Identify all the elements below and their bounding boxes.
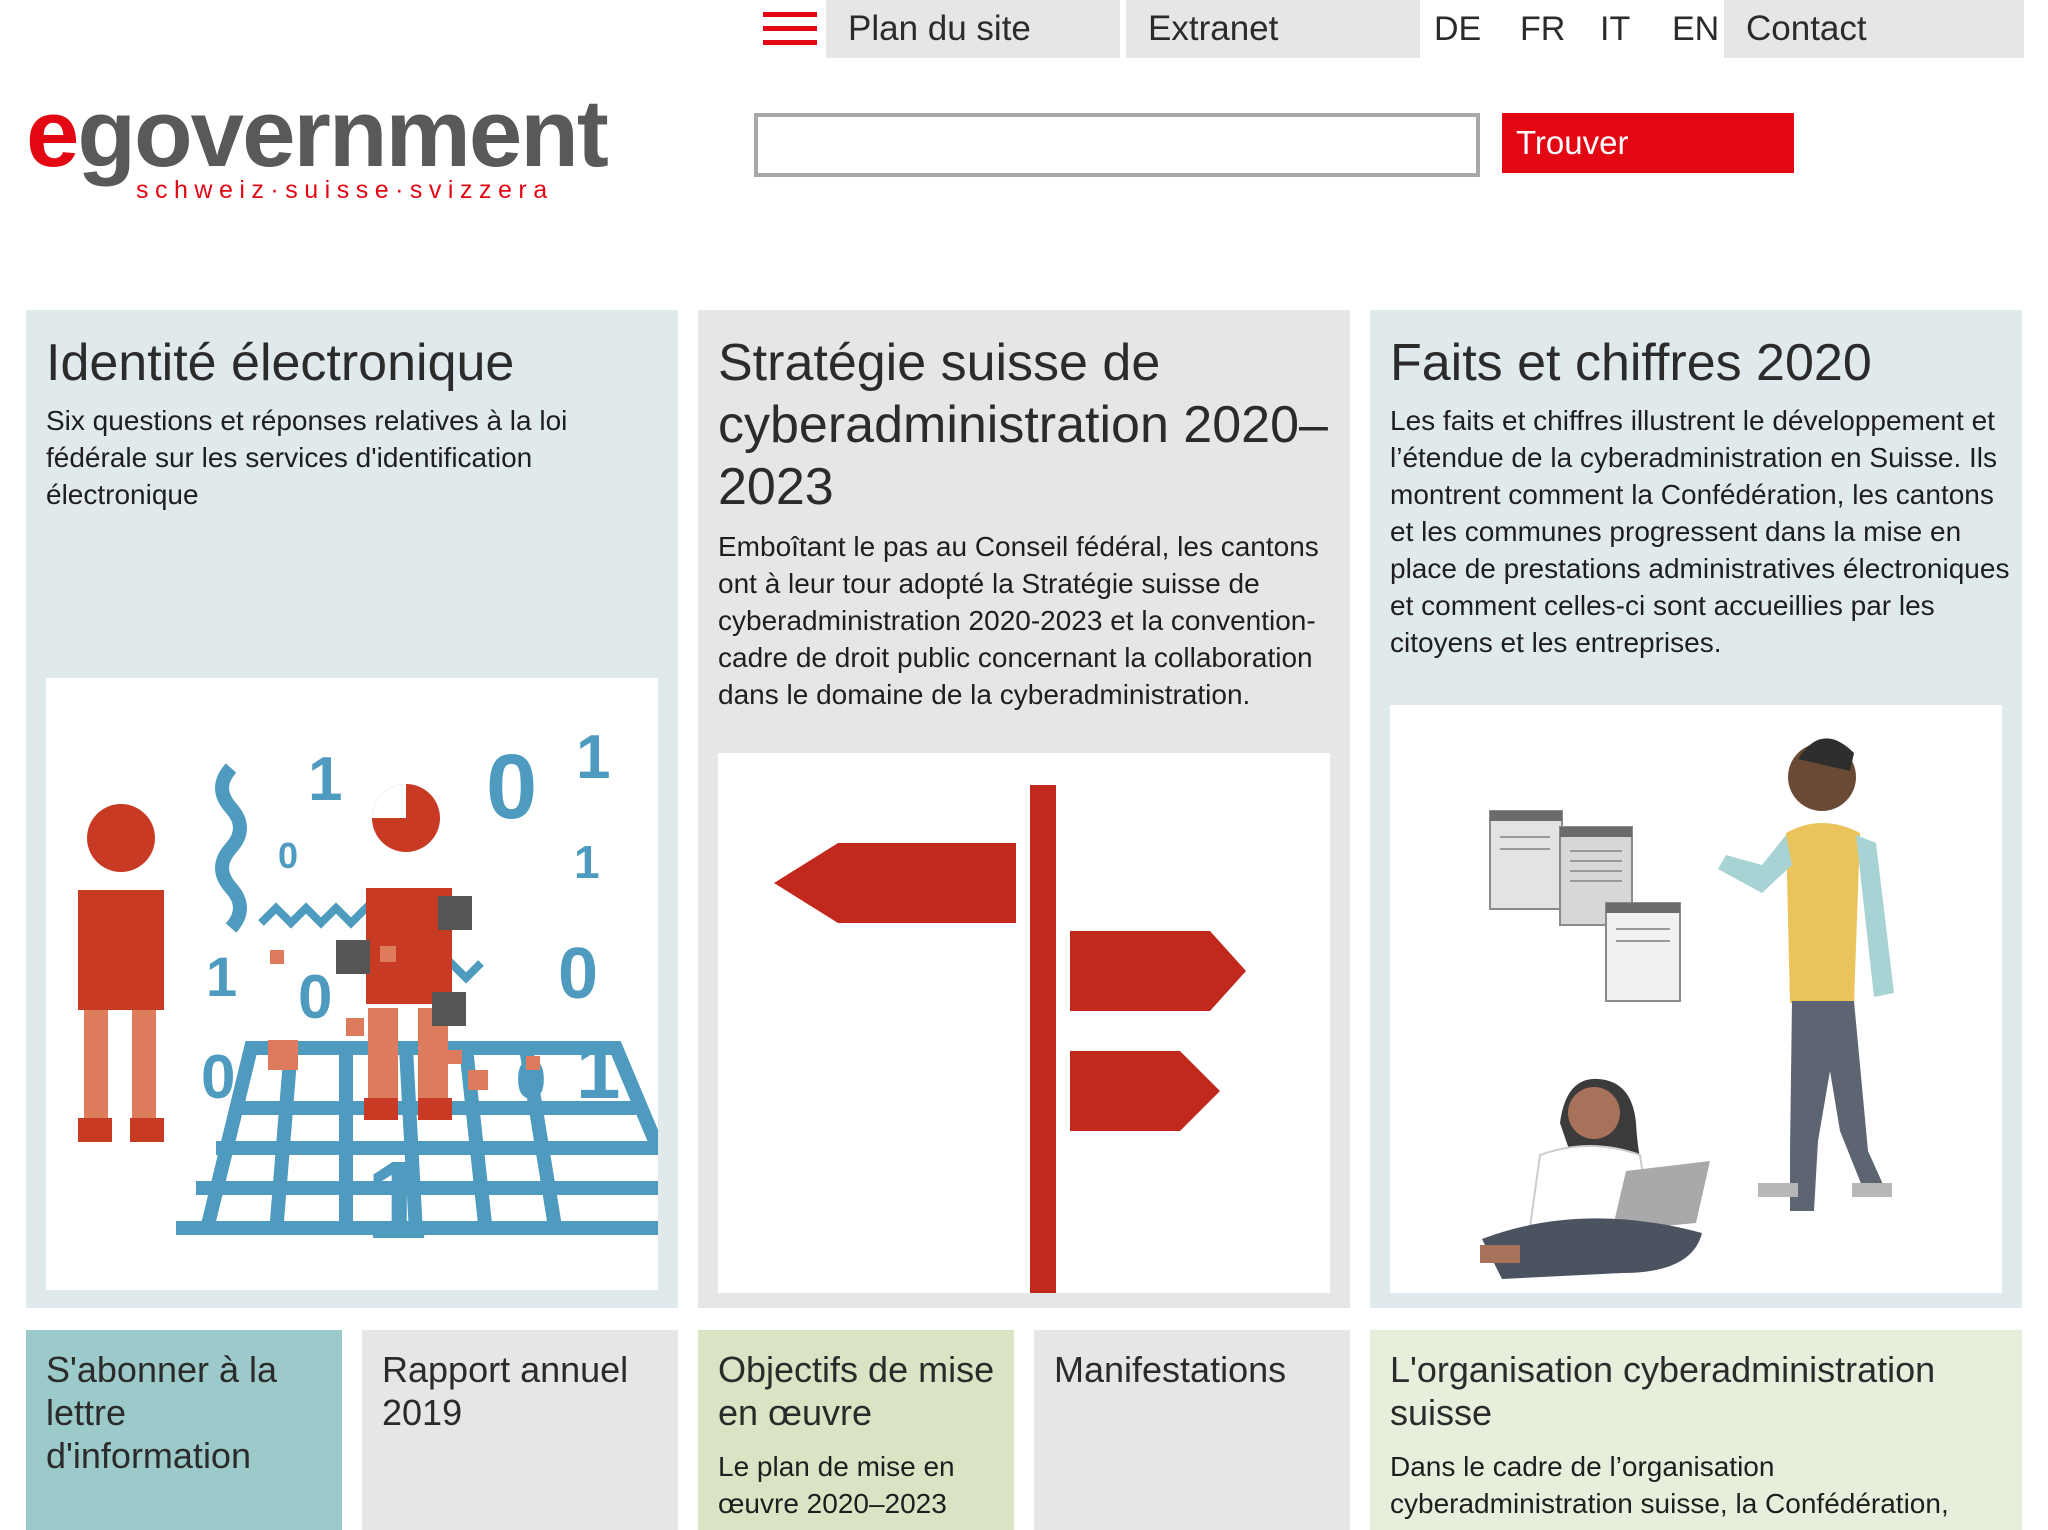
extranet-link[interactable]: Extranet [1126, 0, 1420, 58]
svg-text:1: 1 [206, 945, 237, 1008]
svg-text:1: 1 [308, 745, 342, 814]
svg-text:1: 1 [576, 1026, 621, 1115]
tile-newsletter[interactable]: S'abonner à la lettre d'information [26, 1330, 342, 1530]
svg-text:1: 1 [574, 836, 600, 888]
card-text: Six questions et réponses relatives à la… [46, 405, 568, 510]
logo-subtitle: schweiz·suisse·svizzera [136, 176, 554, 204]
tile-title: L'organisation cyberadministration suiss… [1390, 1349, 1936, 1433]
language-en[interactable]: EN [1672, 0, 1719, 58]
svg-text:0: 0 [278, 835, 298, 876]
card-text: Emboîtant le pas au Conseil fédéral, les… [718, 531, 1319, 710]
tile-title: Objectifs de mise en œuvre [718, 1349, 995, 1433]
people-with-documents-illustration [1390, 705, 2002, 1293]
svg-text:1: 1 [576, 723, 610, 792]
language-it[interactable]: IT [1600, 0, 1630, 58]
signpost-illustration [718, 753, 1330, 1293]
card-text: Les faits et chiffres illustrent le déve… [1390, 405, 2010, 658]
contact-link[interactable]: Contact [1724, 0, 2024, 58]
tile-text: Le plan de mise en œuvre 2020–2023 [718, 1451, 955, 1519]
language-de[interactable]: DE [1434, 0, 1481, 58]
tile-annual-report[interactable]: Rapport annuel 2019 [362, 1330, 678, 1530]
svg-text:0: 0 [201, 1043, 235, 1112]
tile-title: Rapport annuel 2019 [382, 1349, 629, 1433]
card-title: Faits et chiffres 2020 [1390, 334, 1872, 392]
tile-events[interactable]: Manifestations [1034, 1330, 1350, 1530]
language-fr[interactable]: FR [1520, 0, 1565, 58]
svg-text:0: 0 [558, 934, 598, 1014]
digital-identity-illustration: 1 0 0 1 1 0 1 0 0 0 1 1 [46, 678, 658, 1290]
card-title: Stratégie suisse de cyberadministration … [718, 334, 1328, 516]
tile-title: S'abonner à la lettre d'information [46, 1349, 278, 1476]
card-title: Identité électronique [46, 334, 515, 392]
tile-text: Dans le cadre de l’organisation cyberadm… [1390, 1451, 1949, 1519]
tile-title: Manifestations [1054, 1349, 1287, 1390]
egovernment-logo[interactable]: egovernment schweiz·suisse·svizzera [26, 84, 626, 214]
sitemap-link[interactable]: Plan du site [826, 0, 1120, 58]
search-input[interactable] [754, 113, 1480, 177]
tile-organisation[interactable]: L'organisation cyberadministration suiss… [1370, 1330, 2022, 1530]
card-facts-figures[interactable]: Faits et chiffres 2020 Les faits et chif… [1370, 310, 2022, 1308]
search-button[interactable]: Trouver [1502, 113, 1794, 173]
logo-wordmark: egovernment [26, 80, 609, 187]
svg-text:0: 0 [298, 963, 332, 1032]
svg-text:1: 1 [366, 1139, 427, 1262]
card-strategy[interactable]: Stratégie suisse de cyberadministration … [698, 310, 1350, 1308]
hamburger-menu-icon[interactable] [758, 8, 820, 50]
tile-implementation-goals[interactable]: Objectifs de mise en œuvre Le plan de mi… [698, 1330, 1014, 1530]
card-electronic-identity[interactable]: Identité électronique Six questions et r… [26, 310, 678, 1308]
svg-text:0: 0 [486, 736, 537, 838]
